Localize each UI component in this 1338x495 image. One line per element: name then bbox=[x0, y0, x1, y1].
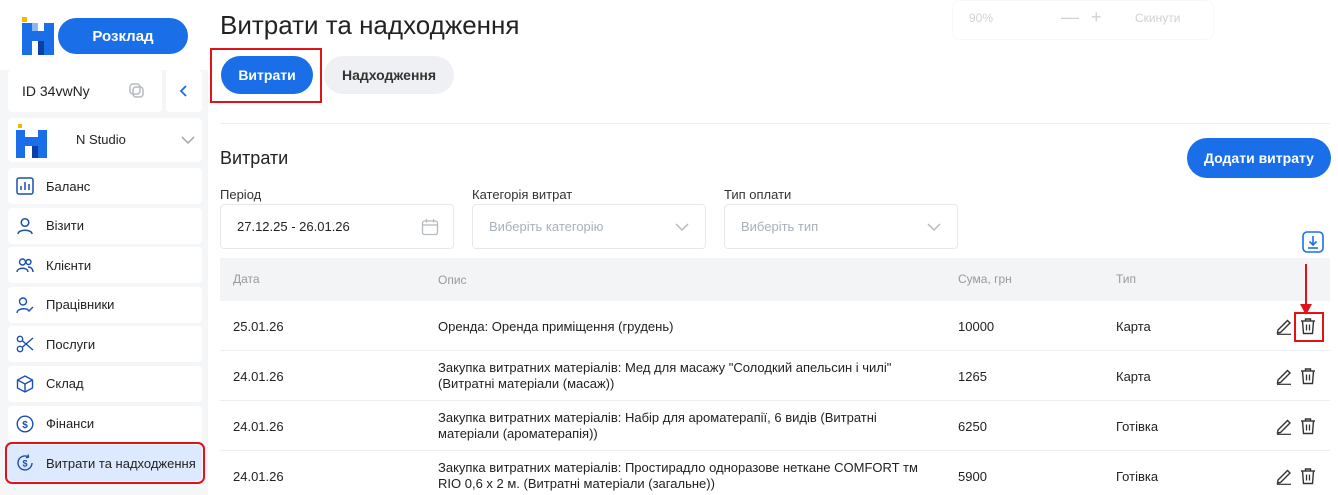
app-logo-icon bbox=[22, 17, 54, 55]
sidebar-item-label: Візити bbox=[46, 218, 84, 234]
period-value: 27.12.25 - 26.01.26 bbox=[237, 219, 350, 234]
studio-name: N Studio bbox=[76, 132, 126, 147]
column-header-description: Опис bbox=[438, 273, 467, 287]
dollar-circle-icon: $ bbox=[16, 415, 34, 433]
sidebar-item-visits[interactable]: Візити bbox=[8, 207, 202, 244]
row-description: Оренда: Оренда приміщення (грудень) bbox=[438, 319, 674, 334]
row-date: 25.01.26 bbox=[233, 319, 284, 334]
tab-income[interactable]: Надходження bbox=[324, 56, 454, 94]
tab-expenses[interactable]: Витрати bbox=[221, 56, 313, 94]
row-description: Закупка витратних матеріалів: Простирадл… bbox=[438, 460, 918, 491]
money-cycle-icon: $ bbox=[17, 454, 33, 471]
row-description: Закупка витратних матеріалів: Набір для … bbox=[438, 410, 877, 441]
divider bbox=[220, 123, 1330, 124]
category-select[interactable]: Виберіть категорію bbox=[472, 204, 706, 249]
trash-icon[interactable] bbox=[1299, 417, 1317, 435]
chevron-down-icon bbox=[927, 223, 941, 232]
row-date: 24.01.26 bbox=[233, 419, 284, 434]
trash-icon[interactable] bbox=[1299, 367, 1317, 385]
edit-icon[interactable] bbox=[1275, 367, 1293, 385]
payment-type-label: Тип оплати bbox=[724, 187, 792, 202]
sidebar-item-label: Працівники bbox=[46, 297, 115, 313]
zoom-control: 90% — + Скинути bbox=[952, 0, 1214, 40]
table-row: 25.01.26 Оренда: Оренда приміщення (груд… bbox=[220, 301, 1330, 351]
sidebar-item-employees[interactable]: Працівники bbox=[8, 286, 202, 323]
row-sum: 5900 bbox=[958, 469, 987, 484]
edit-icon[interactable] bbox=[1275, 467, 1293, 485]
scissors-icon bbox=[16, 335, 34, 353]
row-type: Готівка bbox=[1116, 469, 1159, 484]
sidebar-item-label: Клієнти bbox=[46, 257, 92, 273]
sidebar-item-label: Послуги bbox=[46, 336, 96, 352]
row-date: 24.01.26 bbox=[233, 469, 284, 484]
download-icon[interactable] bbox=[1302, 231, 1324, 253]
chevron-left-icon bbox=[179, 85, 187, 97]
main-content: Витрати та надходження 90% — + Скинути В… bbox=[208, 0, 1338, 495]
studio-selector[interactable]: N Studio bbox=[8, 118, 202, 162]
edit-icon[interactable] bbox=[1275, 417, 1293, 435]
edit-icon[interactable] bbox=[1275, 317, 1293, 335]
sidebar-item-label: Фінанси bbox=[46, 416, 95, 432]
table-row: 24.01.26 Закупка витратних матеріалів: Н… bbox=[220, 401, 1330, 451]
row-sum: 10000 bbox=[958, 319, 995, 334]
period-label: Період bbox=[220, 187, 262, 202]
row-sum: 1265 bbox=[958, 369, 987, 384]
expenses-table: Дата Опис Сума, грн Тип 25.01.26 Оренда:… bbox=[220, 258, 1330, 495]
category-placeholder: Виберіть категорію bbox=[489, 219, 604, 234]
sidebar-item-services[interactable]: Послуги bbox=[8, 326, 202, 363]
studio-logo-icon bbox=[16, 124, 47, 158]
chevron-down-icon bbox=[675, 223, 689, 232]
column-header-type: Тип bbox=[1116, 272, 1137, 286]
people-icon bbox=[16, 258, 34, 273]
row-sum: 6250 bbox=[958, 419, 987, 434]
sidebar-item-clients[interactable]: Клієнти bbox=[8, 247, 202, 284]
logo-row: Розклад bbox=[0, 0, 208, 70]
schedule-button[interactable]: Розклад bbox=[58, 18, 188, 54]
box-icon bbox=[16, 375, 34, 393]
trash-icon[interactable] bbox=[1299, 467, 1317, 485]
sidebar-item-expenses-income[interactable]: $ Витрати та надходження bbox=[5, 442, 205, 485]
sidebar-item-label: Склад bbox=[46, 376, 84, 392]
row-type: Карта bbox=[1116, 369, 1151, 384]
svg-text:$: $ bbox=[22, 459, 27, 469]
collapse-sidebar-button[interactable] bbox=[166, 70, 202, 112]
sidebar-item-label: Баланс bbox=[46, 178, 91, 194]
row-description: Закупка витратних матеріалів: Мед для ма… bbox=[438, 360, 892, 391]
calendar-icon bbox=[421, 219, 439, 236]
column-header-sum: Сума, грн bbox=[958, 272, 1012, 286]
sidebar-item-balance[interactable]: Баланс bbox=[8, 168, 202, 204]
copy-icon[interactable] bbox=[128, 82, 146, 100]
table-row: 24.01.26 Закупка витратних матеріалів: М… bbox=[220, 351, 1330, 401]
chevron-down-icon bbox=[181, 136, 195, 145]
period-field[interactable]: 27.12.25 - 26.01.26 bbox=[220, 204, 454, 249]
zoom-level: 90% bbox=[969, 11, 994, 25]
sidebar-item-warehouse[interactable]: Склад bbox=[8, 365, 202, 402]
add-expense-button[interactable]: Додати витрату bbox=[1187, 138, 1331, 178]
zoom-in-button[interactable]: + bbox=[1091, 7, 1102, 28]
page-title: Витрати та надходження bbox=[220, 10, 520, 40]
delete-highlight-box bbox=[1294, 312, 1324, 342]
sidebar-item-label: Витрати та надходження bbox=[46, 455, 196, 471]
zoom-out-button[interactable]: — bbox=[1061, 7, 1079, 28]
row-type: Карта bbox=[1116, 319, 1151, 334]
table-row: 24.01.26 Закупка витратних матеріалів: П… bbox=[220, 451, 1330, 495]
row-date: 24.01.26 bbox=[233, 369, 284, 384]
sidebar: Розклад ID 34vwNy N Studio Баланс Візити… bbox=[0, 0, 208, 495]
person-check-icon bbox=[16, 297, 34, 313]
bar-chart-icon bbox=[16, 177, 34, 195]
payment-type-placeholder: Виберіть тип bbox=[741, 219, 819, 234]
row-type: Готівка bbox=[1116, 419, 1159, 434]
payment-type-select[interactable]: Виберіть тип bbox=[724, 204, 958, 249]
sidebar-item-finance[interactable]: $ Фінанси bbox=[8, 405, 202, 442]
column-header-date: Дата bbox=[233, 272, 260, 286]
section-title: Витрати bbox=[220, 148, 289, 168]
zoom-reset-button[interactable]: Скинути bbox=[1135, 11, 1180, 25]
arrow-down-icon bbox=[1300, 264, 1312, 315]
svg-text:$: $ bbox=[22, 420, 28, 431]
person-icon bbox=[17, 217, 33, 234]
table-header: Дата Опис Сума, грн Тип bbox=[220, 258, 1330, 301]
sidebar-nav: Баланс Візити Клієнти Працівники Послуги… bbox=[5, 168, 205, 485]
category-label: Категорія витрат bbox=[472, 187, 573, 202]
